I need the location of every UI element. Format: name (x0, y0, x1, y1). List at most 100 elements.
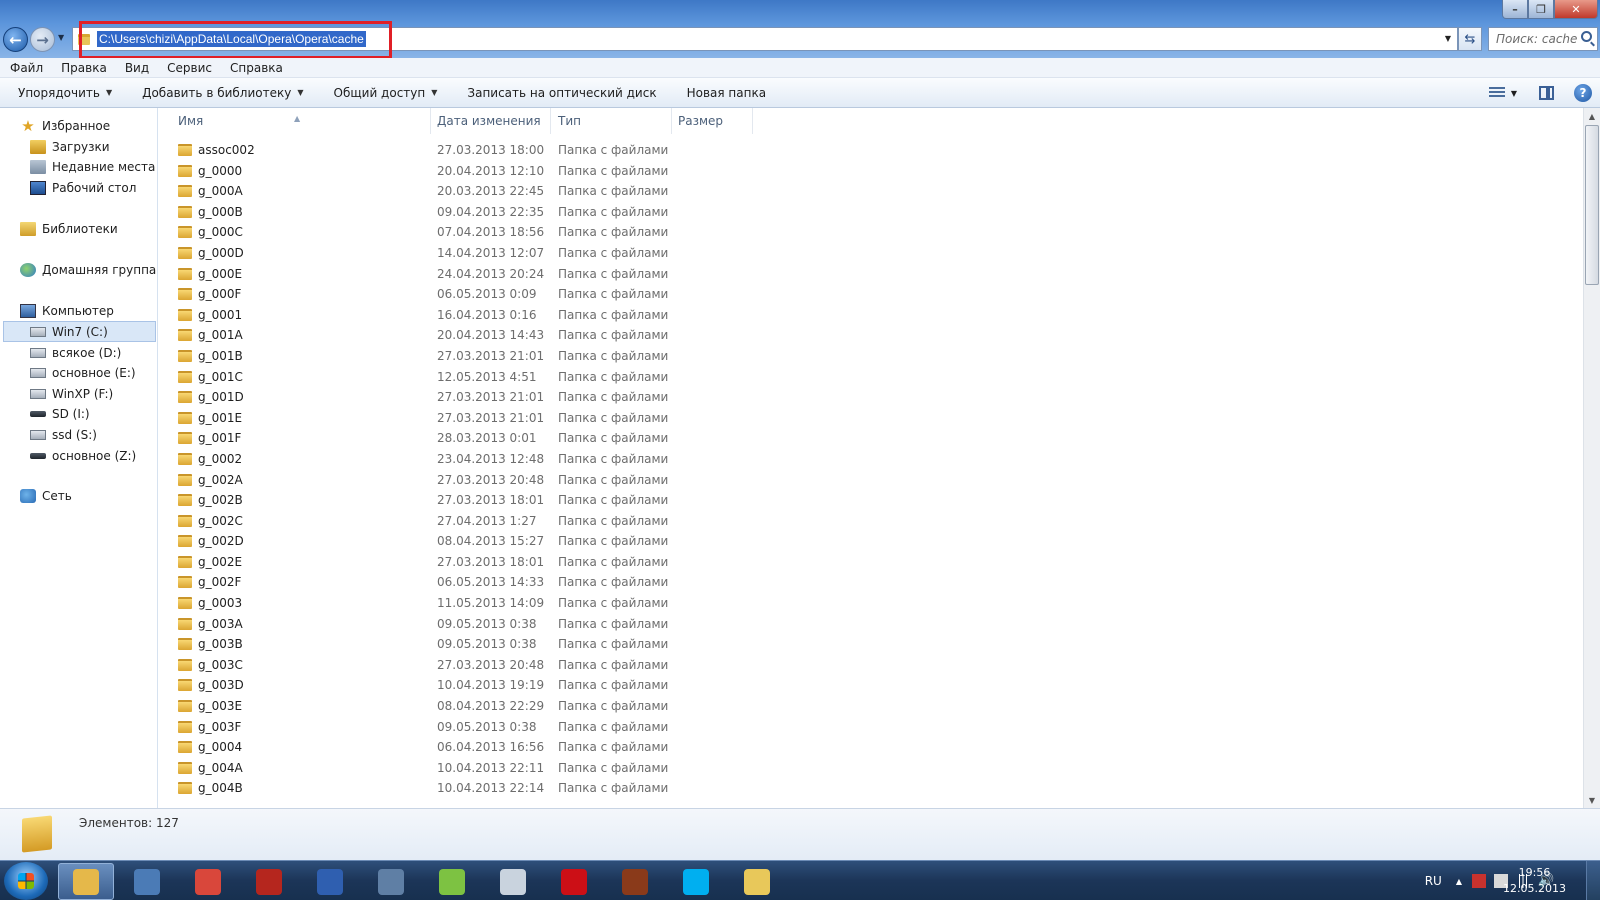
nav-drive-z[interactable]: основное (Z:) (30, 446, 136, 466)
help-icon[interactable]: ? (1574, 84, 1592, 102)
file-row[interactable]: g_001C 12.05.2013 4:51 Папка с файлами (158, 367, 1553, 388)
file-row[interactable]: g_002F 06.05.2013 14:33 Папка с файлами (158, 572, 1553, 593)
file-row[interactable]: g_000A 20.03.2013 22:45 Папка с файлами (158, 181, 1553, 202)
taskbar-app-button[interactable] (241, 863, 297, 900)
file-row[interactable]: g_002E 27.03.2013 18:01 Папка с файлами (158, 552, 1553, 573)
taskbar-app-button[interactable] (729, 863, 785, 900)
show-hidden-icons[interactable]: ▲ (1456, 877, 1462, 886)
file-row[interactable]: g_003E 08.04.2013 22:29 Папка с файлами (158, 696, 1553, 717)
nav-drive-f[interactable]: WinXP (F:) (30, 384, 113, 404)
file-row[interactable]: g_002C 27.04.2013 1:27 Папка с файлами (158, 511, 1553, 532)
taskbar-app-button[interactable] (302, 863, 358, 900)
column-divider[interactable] (430, 108, 431, 134)
taskbar-app-button[interactable] (485, 863, 541, 900)
file-row[interactable]: g_002B 27.03.2013 18:01 Папка с файлами (158, 490, 1553, 511)
nav-drive-d[interactable]: всякое (D:) (30, 343, 121, 363)
file-row[interactable]: assoc002 27.03.2013 18:00 Папка с файлами (158, 140, 1553, 161)
file-row[interactable]: g_004A 10.04.2013 22:11 Папка с файлами (158, 758, 1553, 779)
minimize-button[interactable]: – (1502, 0, 1528, 19)
view-list-icon[interactable] (1488, 87, 1505, 99)
nav-recent[interactable]: Недавние места (30, 157, 155, 177)
scroll-up-button[interactable]: ▲ (1584, 108, 1600, 124)
column-date[interactable]: Дата изменения (437, 114, 541, 128)
view-options-dropdown[interactable]: ▼ (1511, 89, 1517, 98)
nav-network[interactable]: Сеть (20, 486, 72, 506)
nav-drive-c[interactable]: Win7 (C:) (30, 322, 108, 342)
taskbar-app-button[interactable] (546, 863, 602, 900)
recent-pages-dropdown[interactable]: ▼ (58, 33, 64, 42)
file-row[interactable]: g_0004 06.04.2013 16:56 Папка с файлами (158, 737, 1553, 758)
file-row[interactable]: g_003C 27.03.2013 20:48 Папка с файлами (158, 655, 1553, 676)
file-row[interactable]: g_001D 27.03.2013 21:01 Папка с файлами (158, 387, 1553, 408)
file-row[interactable]: g_001E 27.03.2013 21:01 Папка с файлами (158, 408, 1553, 429)
taskbar-app-button[interactable] (424, 863, 480, 900)
start-button[interactable] (4, 862, 48, 900)
back-button[interactable]: ← (3, 27, 28, 52)
file-row[interactable]: g_001F 28.03.2013 0:01 Папка с файлами (158, 428, 1553, 449)
file-row[interactable]: g_000D 14.04.2013 12:07 Папка с файлами (158, 243, 1553, 264)
menu-help[interactable]: Справка (220, 61, 291, 75)
show-desktop-button[interactable] (1586, 861, 1600, 900)
file-row[interactable]: g_003A 09.05.2013 0:38 Папка с файлами (158, 614, 1553, 635)
nav-drive-i[interactable]: SD (I:) (30, 404, 90, 424)
language-indicator[interactable]: RU (1425, 874, 1442, 888)
clock[interactable]: 19:56 12.05.2013 (1503, 865, 1566, 897)
nav-favorites[interactable]: ★ Избранное (20, 116, 110, 136)
taskbar-app-button[interactable] (668, 863, 724, 900)
file-row[interactable]: g_000F 06.05.2013 0:09 Папка с файлами (158, 284, 1553, 305)
file-row[interactable]: g_000C 07.04.2013 18:56 Папка с файлами (158, 222, 1553, 243)
menu-file[interactable]: Файл (0, 61, 51, 75)
nav-desktop[interactable]: Рабочий стол (30, 178, 136, 198)
menu-edit[interactable]: Правка (51, 61, 115, 75)
new-folder-button[interactable]: Новая папка (669, 86, 778, 100)
search-box[interactable]: Поиск: cache (1488, 27, 1598, 51)
nav-libraries[interactable]: Библиотеки (20, 219, 118, 239)
file-row[interactable]: g_0002 23.04.2013 12:48 Папка с файлами (158, 449, 1553, 470)
share-button[interactable]: Общий доступ ▼ (316, 86, 450, 100)
file-row[interactable]: g_001A 20.04.2013 14:43 Папка с файлами (158, 325, 1553, 346)
nav-homegroup[interactable]: Домашняя группа (20, 260, 156, 280)
file-row[interactable]: g_0003 11.05.2013 14:09 Папка с файлами (158, 593, 1553, 614)
nav-drive-e[interactable]: основное (E:) (30, 363, 136, 383)
file-row[interactable]: g_0001 16.04.2013 0:16 Папка с файлами (158, 305, 1553, 326)
add-to-library-button[interactable]: Добавить в библиотеку ▼ (124, 86, 315, 100)
flag-icon[interactable] (1472, 874, 1486, 888)
column-divider[interactable] (550, 108, 551, 134)
column-divider[interactable] (752, 108, 753, 134)
nav-computer[interactable]: Компьютер (20, 301, 114, 321)
file-row[interactable]: g_000E 24.04.2013 20:24 Папка с файлами (158, 264, 1553, 285)
column-size[interactable]: Размер (678, 114, 723, 128)
file-row[interactable]: g_003B 09.05.2013 0:38 Папка с файлами (158, 634, 1553, 655)
file-row[interactable]: g_004B 10.04.2013 22:14 Папка с файлами (158, 778, 1553, 799)
vertical-scrollbar[interactable]: ▲ ▼ (1583, 108, 1600, 808)
file-row[interactable]: g_003D 10.04.2013 19:19 Папка с файлами (158, 675, 1553, 696)
search-icon[interactable] (1581, 31, 1592, 42)
column-divider[interactable] (671, 108, 672, 134)
taskbar-app-button[interactable] (607, 863, 663, 900)
taskbar-app-button[interactable] (363, 863, 419, 900)
menu-tools[interactable]: Сервис (157, 61, 220, 75)
burn-button[interactable]: Записать на оптический диск (449, 86, 668, 100)
taskbar-app-button[interactable] (119, 863, 175, 900)
file-row[interactable]: g_000B 09.04.2013 22:35 Папка с файлами (158, 202, 1553, 223)
scroll-down-button[interactable]: ▼ (1584, 792, 1600, 808)
file-row[interactable]: g_002D 08.04.2013 15:27 Папка с файлами (158, 531, 1553, 552)
maximize-button[interactable]: ❐ (1528, 0, 1554, 19)
refresh-button[interactable]: ⇆ (1458, 27, 1482, 51)
menu-view[interactable]: Вид (115, 61, 157, 75)
file-row[interactable]: g_0000 20.04.2013 12:10 Папка с файлами (158, 161, 1553, 182)
column-type[interactable]: Тип (558, 114, 581, 128)
nav-downloads[interactable]: Загрузки (30, 137, 110, 157)
preview-pane-icon[interactable] (1539, 86, 1554, 100)
column-name[interactable]: Имя (178, 114, 203, 128)
taskbar-app-button[interactable] (58, 863, 114, 900)
taskbar-app-button[interactable] (180, 863, 236, 900)
file-row[interactable]: g_001B 27.03.2013 21:01 Папка с файлами (158, 346, 1553, 367)
file-row[interactable]: g_002A 27.03.2013 20:48 Папка с файлами (158, 470, 1553, 491)
nav-drive-s[interactable]: ssd (S:) (30, 425, 97, 445)
file-row[interactable]: g_003F 09.05.2013 0:38 Папка с файлами (158, 717, 1553, 738)
forward-button[interactable]: → (30, 27, 55, 52)
address-dropdown-icon[interactable]: ▼ (1445, 34, 1451, 43)
organize-button[interactable]: Упорядочить ▼ (0, 86, 124, 100)
scroll-thumb[interactable] (1585, 125, 1599, 285)
